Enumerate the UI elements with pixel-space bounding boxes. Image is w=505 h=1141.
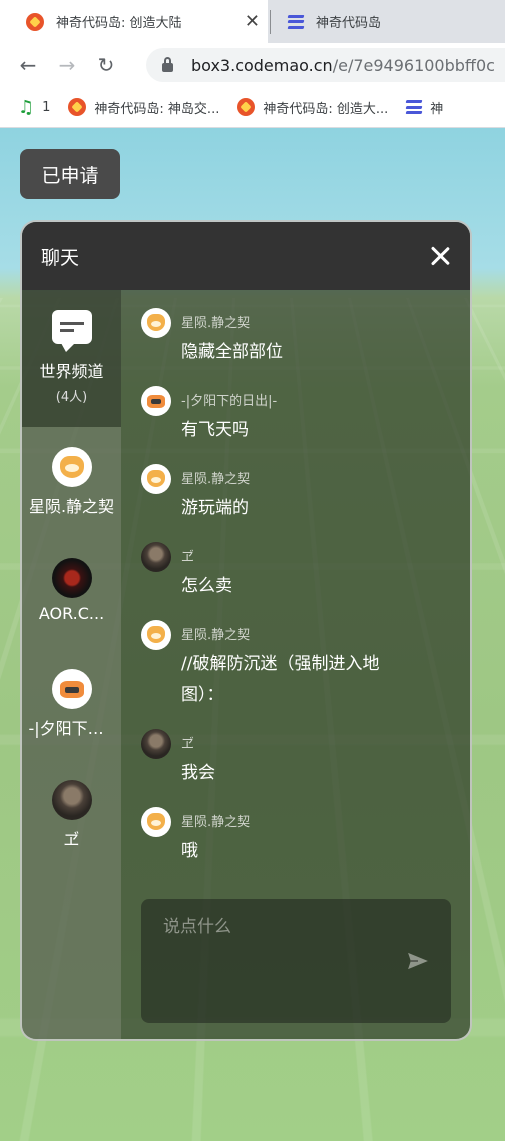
user-name: AOR.C...	[38, 604, 105, 623]
chat-bubble-icon	[51, 310, 92, 352]
channel-name: 世界频道	[39, 362, 104, 381]
bookmark-label: 神奇代码岛: 神岛交...	[94, 101, 220, 117]
cat-avatar	[51, 447, 92, 487]
bookmark-item[interactable]: 神奇代码岛: 创造大...	[237, 98, 388, 117]
tab-active[interactable]: 神奇代码岛: 创造大陆 ✕	[0, 0, 268, 43]
message-text: 我会	[181, 763, 215, 783]
message-author: 星陨.静之契	[181, 472, 251, 487]
message-text: 哦	[181, 841, 198, 861]
message-item: -|夕阳下的日出|- 有飞天吗	[141, 386, 460, 446]
dark-avatar	[51, 558, 92, 598]
bookmarks-bar: ♫ 1 神奇代码岛: 神岛交... 神奇代码岛: 创造大... 神	[0, 87, 505, 128]
message-text: 怎么卖	[181, 576, 232, 596]
back-arrow-icon[interactable]: ←	[17, 54, 39, 76]
bookmark-label: 神奇代码岛: 创造大...	[263, 101, 389, 117]
cat-avatar[interactable]	[141, 620, 171, 650]
warrior-avatar[interactable]	[141, 729, 171, 759]
bookmark-item[interactable]: 神奇代码岛: 神岛交...	[68, 98, 219, 117]
message-item: ヹ 我会	[141, 729, 460, 789]
url-path: /e/7e9496100bbff0c	[332, 55, 495, 75]
bars-icon	[405, 100, 423, 114]
reload-icon[interactable]: ↻	[95, 54, 117, 76]
message-item: 星陨.静之契 哦	[141, 807, 460, 867]
forward-arrow-icon[interactable]: →	[56, 54, 78, 76]
chat-input-box	[141, 899, 451, 1023]
message-text: 隐藏全部部位	[181, 342, 283, 362]
user-name: -|夕阳下的日出|-	[28, 719, 115, 738]
flame-icon	[237, 98, 256, 116]
chat-header: 聊天	[22, 222, 470, 290]
tiger-avatar[interactable]	[141, 386, 171, 416]
cat-avatar[interactable]	[141, 308, 171, 338]
tab-inactive[interactable]: 神奇代码岛	[272, 0, 505, 43]
browser-tab-bar: 神奇代码岛: 创造大陆 ✕ 神奇代码岛	[0, 0, 505, 43]
bookmark-item[interactable]: 神	[405, 98, 444, 117]
world-channel[interactable]: 世界频道 (4人)	[22, 290, 121, 427]
url-host: box3.codemao.cn	[191, 55, 333, 75]
user-name: 星陨.静之契	[28, 497, 115, 516]
message-author: -|夕阳下的日出|-	[181, 394, 278, 409]
music-note-icon: ♫	[18, 96, 35, 118]
message-author: 星陨.静之契	[181, 316, 251, 331]
warrior-avatar	[51, 780, 92, 820]
cat-avatar[interactable]	[141, 464, 171, 494]
tab-separator	[270, 10, 271, 34]
close-icon[interactable]	[428, 244, 452, 268]
message-text: 游玩端的	[181, 498, 249, 518]
chat-input[interactable]	[141, 899, 451, 1023]
sidebar-user[interactable]: 星陨.静之契	[22, 447, 121, 517]
user-name: ヹ	[63, 830, 80, 849]
flame-icon	[68, 98, 87, 116]
chat-sidebar: 世界频道 (4人) 星陨.静之契 AOR.C... -|夕阳下的日出|- ヹ	[22, 290, 121, 1039]
lock-icon	[162, 57, 173, 72]
sidebar-user[interactable]: ヹ	[22, 780, 121, 850]
bookmark-label: 1	[42, 99, 51, 115]
bars-icon	[287, 14, 305, 29]
tab-title: 神奇代码岛	[316, 16, 382, 31]
game-viewport[interactable]: 已申请 聊天 世界频道 (4人) 星陨.静之契 AOR.C... -|夕阳下的日…	[0, 128, 505, 1141]
channel-count: (4人)	[55, 390, 88, 405]
message-item: 星陨.静之契 //破解防沉迷（强制进入地图）：	[141, 620, 460, 711]
tiger-avatar	[51, 669, 92, 709]
send-icon[interactable]	[407, 952, 429, 970]
message-item: ヹ 怎么卖	[141, 542, 460, 602]
flame-icon	[26, 12, 44, 31]
warrior-avatar[interactable]	[141, 542, 171, 572]
message-list[interactable]: 星陨.静之契 隐藏全部部位 -|夕阳下的日出|- 有飞天吗 星陨.静之契 游玩端…	[121, 290, 470, 1039]
address-bar[interactable]: box3.codemao.cn/e/7e9496100bbff0c	[146, 48, 505, 82]
cat-avatar[interactable]	[141, 807, 171, 837]
message-author: ヹ	[181, 550, 195, 565]
tab-title: 神奇代码岛: 创造大陆	[56, 16, 182, 31]
chat-panel: 聊天 世界频道 (4人) 星陨.静之契 AOR.C... -|夕阳下的日出|-	[20, 220, 472, 1041]
bookmark-item[interactable]: ♫ 1	[18, 97, 50, 118]
message-author: 星陨.静之契	[181, 815, 251, 830]
close-tab-icon[interactable]: ✕	[245, 11, 260, 32]
chat-title: 聊天	[41, 246, 80, 269]
message-item: 星陨.静之契 游玩端的	[141, 464, 460, 524]
applied-button[interactable]: 已申请	[20, 149, 120, 199]
bookmark-label: 神	[430, 101, 444, 117]
message-author: 星陨.静之契	[181, 628, 251, 643]
message-item: 星陨.静之契 隐藏全部部位	[141, 308, 460, 368]
message-author: ヹ	[181, 737, 195, 752]
message-text: //破解防沉迷（强制进入地图）：	[181, 654, 380, 705]
sidebar-user[interactable]: -|夕阳下的日出|-	[22, 669, 121, 739]
message-text: 有飞天吗	[181, 420, 249, 440]
sidebar-user[interactable]: AOR.C...	[22, 558, 121, 623]
browser-toolbar: ← → ↻ box3.codemao.cn/e/7e9496100bbff0c	[0, 43, 505, 87]
